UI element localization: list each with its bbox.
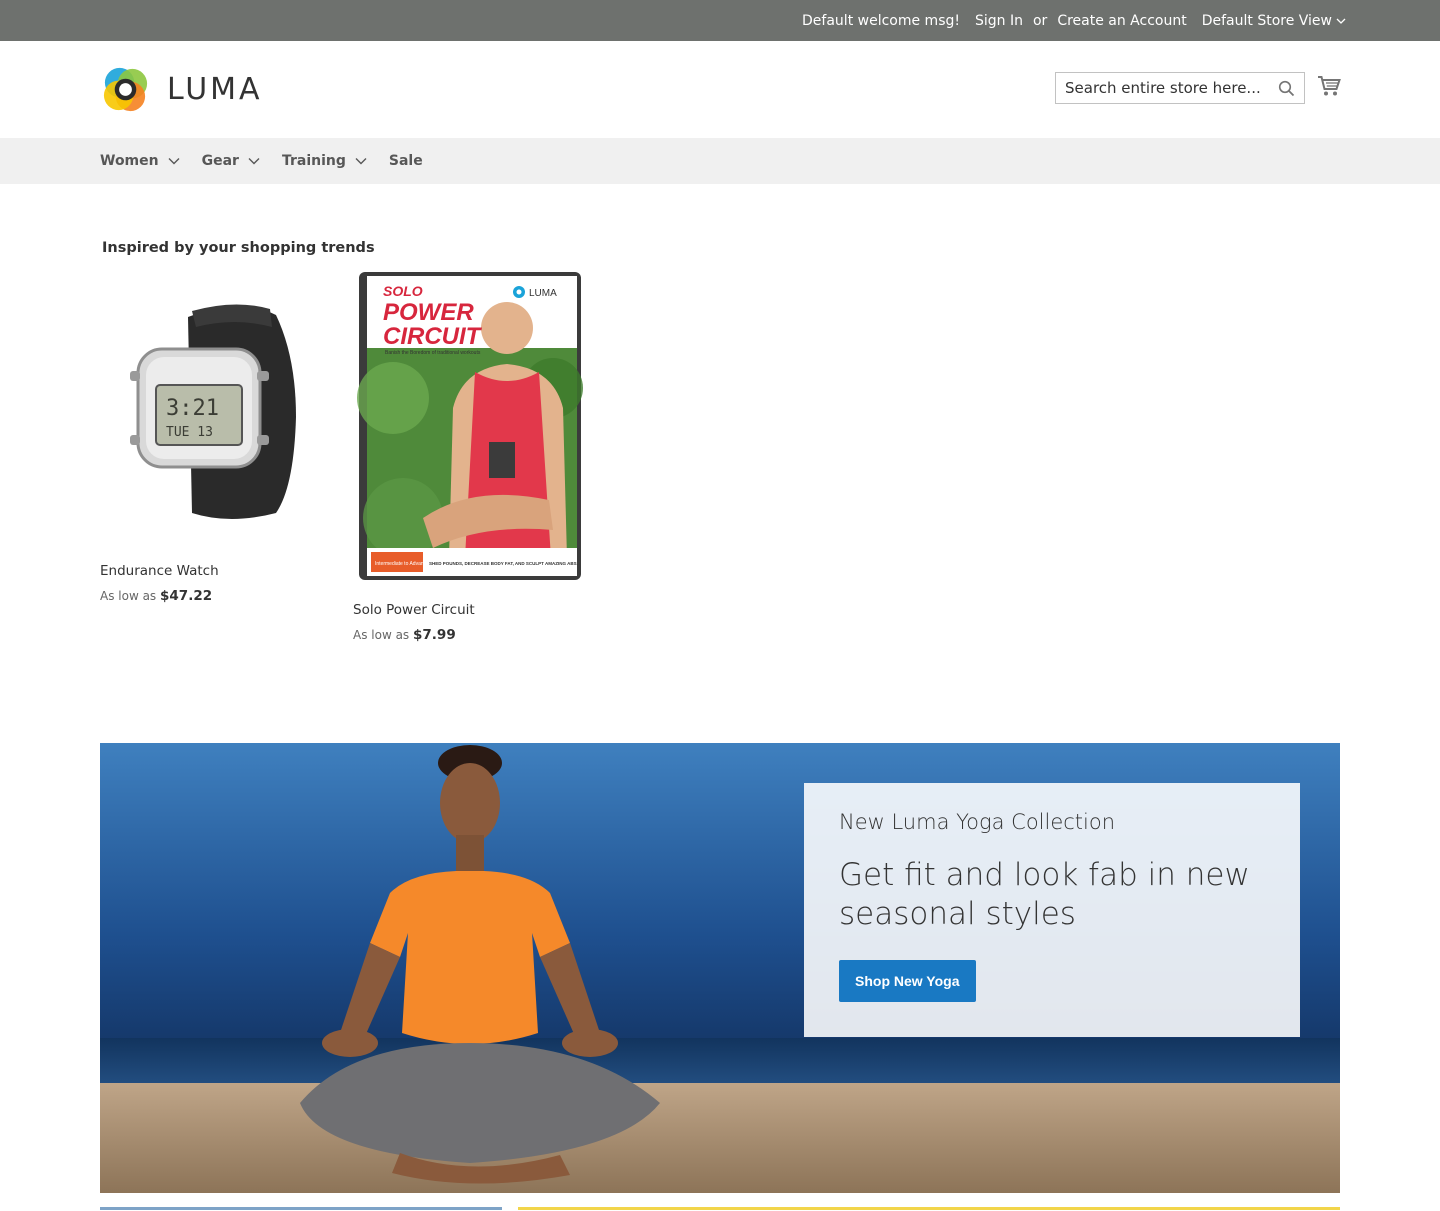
product-price: As low as $47.22 bbox=[100, 588, 340, 604]
promo-panel: New Luma Yoga Collection Get fit and loo… bbox=[804, 783, 1300, 1037]
dvd-level: Intermediate to Advanced bbox=[375, 561, 432, 567]
price-value: $7.99 bbox=[413, 627, 456, 643]
product-card: 3:21 TUE 13 Endurance Watch As low as $4… bbox=[100, 287, 340, 604]
nav-item-women[interactable]: Women bbox=[100, 153, 180, 169]
chevron-down-icon bbox=[248, 158, 260, 165]
price-prefix: As low as bbox=[100, 589, 157, 603]
nav-item-label: Sale bbox=[388, 153, 423, 169]
chevron-down-icon bbox=[1336, 18, 1346, 24]
promo-eyebrow: New Luma Yoga Collection bbox=[839, 810, 1116, 834]
nav-item-label: Training bbox=[281, 153, 346, 169]
main-navigation: Women Gear Training Sale bbox=[0, 138, 1440, 184]
dvd-title-line3: CIRCUIT bbox=[383, 323, 483, 350]
recommendations-title: Inspired by your shopping trends bbox=[102, 240, 375, 256]
next-block-divider bbox=[100, 1207, 502, 1210]
product-name[interactable]: Endurance Watch bbox=[100, 563, 340, 579]
luma-logo[interactable]: LUMA bbox=[100, 63, 270, 115]
dvd-blurb: SHED POUNDS, DECREASE BODY FAT, AND SCUL… bbox=[429, 561, 578, 566]
chevron-down-icon bbox=[168, 158, 180, 165]
nav-item-training[interactable]: Training bbox=[282, 153, 367, 169]
nav-item-sale[interactable]: Sale bbox=[389, 153, 423, 169]
logo-mark-icon bbox=[103, 67, 148, 111]
price-prefix: As low as bbox=[353, 628, 410, 642]
chevron-down-icon bbox=[355, 158, 367, 165]
store-switcher[interactable]: Default Store View bbox=[1202, 13, 1346, 29]
top-panel: Default welcome msg! Sign In or Create a… bbox=[0, 0, 1440, 41]
yoga-banner[interactable]: New Luma Yoga Collection Get fit and loo… bbox=[100, 743, 1340, 1193]
welcome-message: Default welcome msg! bbox=[802, 12, 960, 29]
shop-new-yoga-button[interactable]: Shop New Yoga bbox=[839, 960, 976, 1002]
price-value: $47.22 bbox=[160, 588, 213, 604]
product-name[interactable]: Solo Power Circuit bbox=[353, 602, 593, 618]
search-box bbox=[1055, 72, 1305, 104]
top-links: Default welcome msg! Sign In or Create a… bbox=[802, 0, 1346, 41]
nav-item-gear[interactable]: Gear bbox=[202, 153, 260, 169]
dvd-title-line2: POWER bbox=[383, 299, 474, 326]
promo-headline: Get fit and look fab in new seasonal sty… bbox=[839, 857, 1250, 932]
dvd-brand: LUMA bbox=[529, 288, 557, 299]
dvd-tagline: Banish the Boredom of traditional workou… bbox=[385, 350, 481, 356]
search-input[interactable] bbox=[1056, 73, 1271, 103]
nav-item-label: Gear bbox=[201, 153, 239, 169]
create-account-link[interactable]: Create an Account bbox=[1057, 13, 1186, 29]
dvd-title-line1: SOLO bbox=[383, 283, 423, 299]
search-icon[interactable] bbox=[1278, 80, 1295, 97]
sign-in-link[interactable]: Sign In bbox=[975, 13, 1023, 29]
product-card: SOLO POWER CIRCUIT Banish the Boredom of… bbox=[353, 268, 593, 643]
nav-item-label: Women bbox=[100, 153, 159, 169]
watch-time: 3:21 bbox=[166, 396, 219, 421]
cart-icon[interactable] bbox=[1317, 75, 1341, 97]
solo-power-circuit-image[interactable]: SOLO POWER CIRCUIT Banish the Boredom of… bbox=[353, 268, 593, 584]
store-view-label: Default Store View bbox=[1201, 12, 1332, 29]
nav-items: Women Gear Training Sale bbox=[100, 138, 445, 184]
watch-day: TUE 13 bbox=[166, 425, 213, 440]
or-separator: or bbox=[1032, 12, 1048, 29]
product-price: As low as $7.99 bbox=[353, 627, 593, 643]
next-block-divider bbox=[518, 1207, 1340, 1210]
endurance-watch-image[interactable]: 3:21 TUE 13 bbox=[100, 287, 340, 527]
logo-text: LUMA bbox=[167, 71, 263, 107]
